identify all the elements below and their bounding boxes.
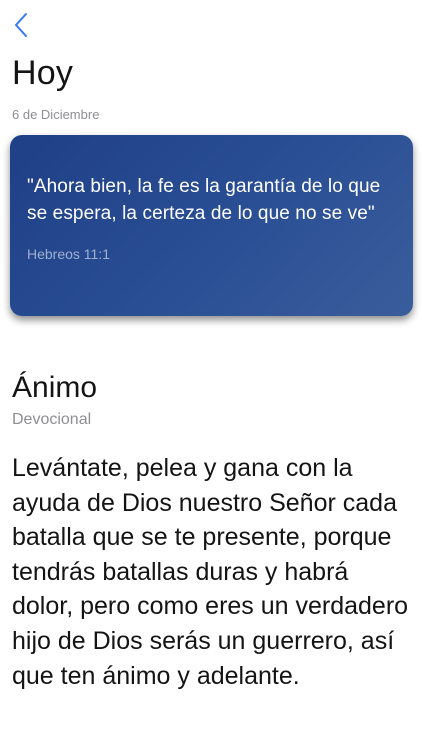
devotional-body: Levántate, pelea y gana con la ayuda de … <box>12 454 409 690</box>
page-title: Hoy <box>12 54 74 92</box>
chevron-left-icon <box>14 12 28 38</box>
devotional-type: Devocional <box>12 411 92 428</box>
back-button[interactable] <box>10 10 32 40</box>
verse-text: "Ahora bien, la fe es la garantía de lo … <box>27 176 381 224</box>
verse-card[interactable]: "Ahora bien, la fe es la garantía de lo … <box>10 135 413 316</box>
verse-reference: Hebreos 11:1 <box>27 246 111 262</box>
date-label: 6 de Diciembre <box>12 107 100 122</box>
devotional-title: Ánimo <box>12 371 98 404</box>
